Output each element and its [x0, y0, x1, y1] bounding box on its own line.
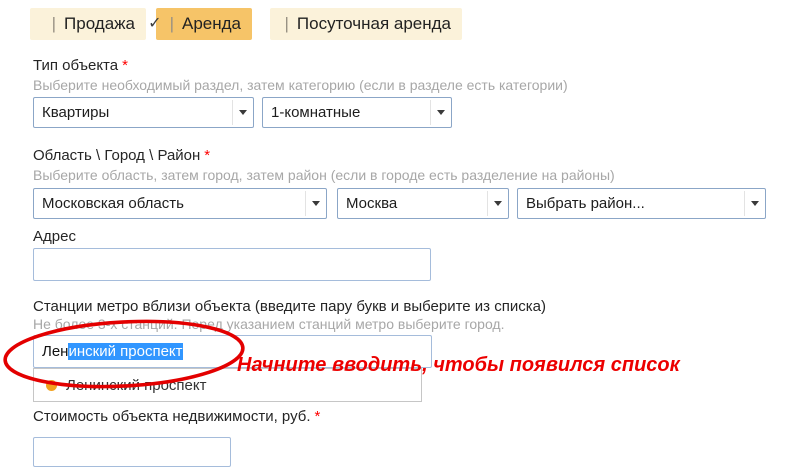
address-input[interactable] [33, 248, 431, 281]
dropdown-arrow-icon [305, 191, 325, 216]
suggestion-label: Ленинский проспект [66, 377, 207, 394]
tab-divider: | [170, 14, 174, 34]
tab-rent-label: Аренда [182, 14, 241, 34]
region-select[interactable]: Московская область [33, 188, 327, 219]
price-input[interactable] [33, 437, 231, 467]
tab-rent[interactable]: ✓ | Аренда [156, 8, 252, 40]
tab-daily-rent[interactable]: | Посуточная аренда [270, 8, 462, 40]
tab-divider: | [52, 14, 56, 34]
address-label: Адрес [33, 228, 76, 245]
required-asterisk: * [204, 147, 210, 164]
tab-divider: | [284, 14, 288, 34]
district-value: Выбрать район... [526, 195, 645, 212]
city-value: Москва [346, 195, 397, 212]
city-select[interactable]: Москва [337, 188, 509, 219]
object-subcategory-value: 1-комнатные [271, 104, 360, 121]
dropdown-arrow-icon [487, 191, 507, 216]
metro-station-dot-icon [46, 380, 57, 391]
object-type-label: Тип объекта* [33, 57, 128, 74]
object-category-value: Квартиры [42, 104, 109, 121]
required-asterisk: * [315, 408, 321, 425]
tab-sale-label: Продажа [64, 14, 135, 34]
required-asterisk: * [122, 57, 128, 74]
tab-daily-rent-label: Посуточная аренда [297, 14, 451, 34]
metro-selected-text: инский проспект [68, 343, 182, 360]
dropdown-arrow-icon [232, 100, 252, 125]
district-select[interactable]: Выбрать район... [517, 188, 766, 219]
object-subcategory-select[interactable]: 1-комнатные [262, 97, 452, 128]
metro-label: Станции метро вблизи объекта (введите па… [33, 298, 546, 315]
object-category-select[interactable]: Квартиры [33, 97, 254, 128]
check-icon: ✓ [148, 16, 161, 32]
listing-form: | Продажа ✓ | Аренда | Посуточная аренда… [0, 0, 788, 451]
object-type-hint: Выберите необходимый раздел, затем катег… [33, 77, 568, 93]
price-label: Стоимость объекта недвижимости, руб.* [33, 408, 320, 425]
metro-hint: Не более 3-х станций. Перед указанием ст… [33, 316, 505, 332]
annotation-text: Начните вводить, чтобы появился список [237, 354, 680, 377]
region-label: Область \ Город \ Район* [33, 147, 210, 164]
dropdown-arrow-icon [430, 100, 450, 125]
region-hint: Выберите область, затем город, затем рай… [33, 167, 615, 183]
region-value: Московская область [42, 195, 184, 212]
dropdown-arrow-icon [744, 191, 764, 216]
metro-typed-text: Лен [42, 343, 68, 360]
tab-sale[interactable]: | Продажа [30, 8, 146, 40]
